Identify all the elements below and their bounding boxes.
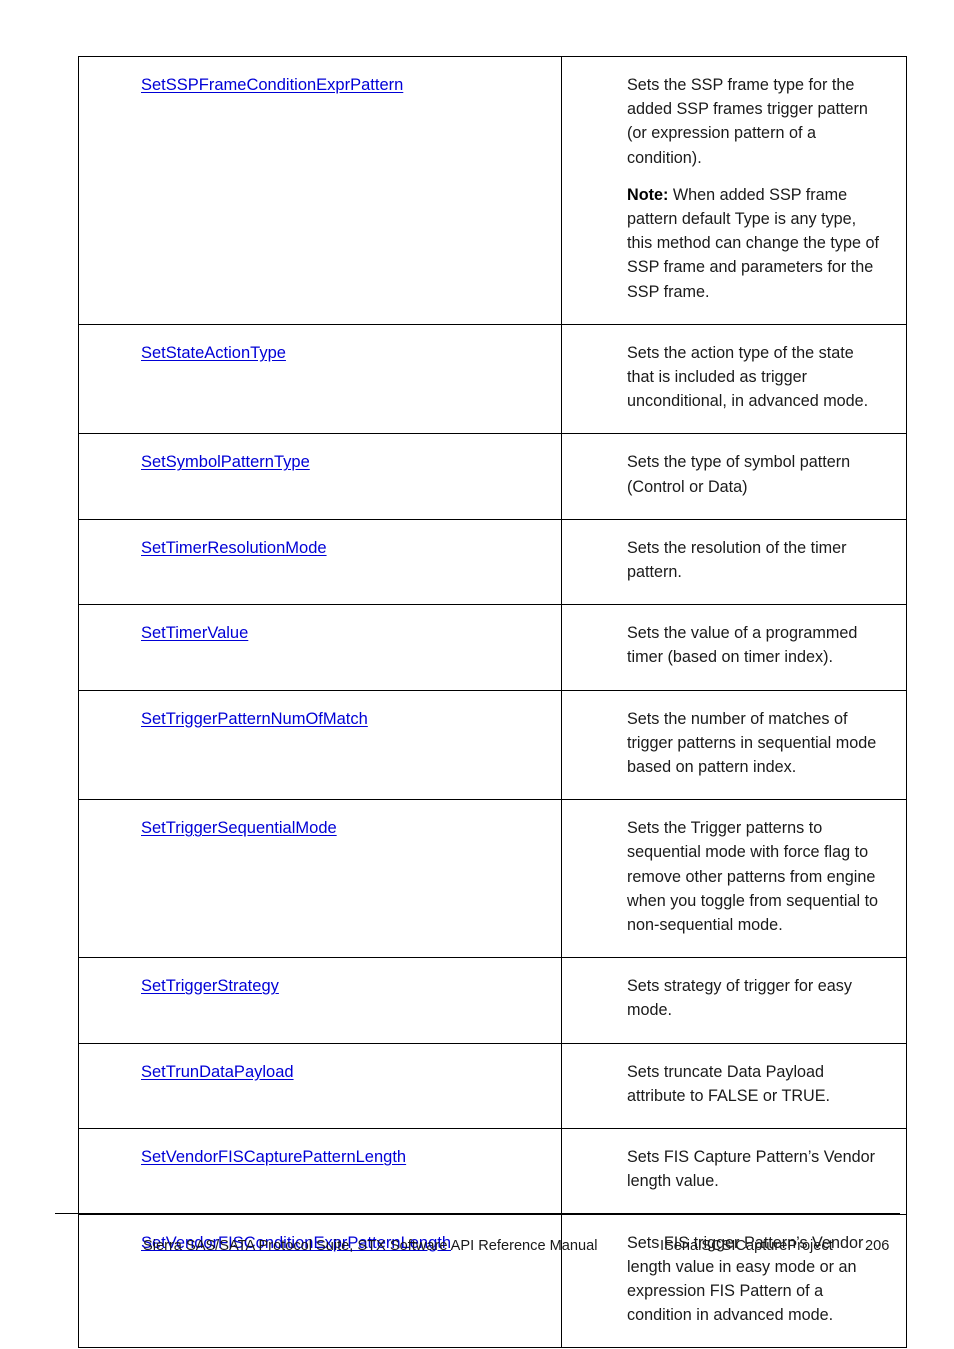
description-cell-inner: Sets truncate Data Payload attribute to … bbox=[562, 1044, 906, 1128]
api-method-table: SetSSPFrameConditionExprPattern Sets the … bbox=[78, 56, 907, 1349]
table-row: SetTriggerPatternNumOfMatch Sets the numb… bbox=[78, 689, 907, 801]
method-cell: SetTrunDataPayload bbox=[78, 1042, 562, 1130]
table-row: SetTriggerStrategy Sets strategy of trigg… bbox=[78, 957, 907, 1044]
method-cell-inner: SetTriggerPatternNumOfMatch bbox=[79, 691, 561, 751]
footer-manual-title: Sierra SAS/SATA Protocol Suite, STX Soft… bbox=[143, 1238, 598, 1254]
description-cell-inner: Sets the number of matches of trigger pa… bbox=[562, 691, 906, 800]
description-cell-inner: Sets the resolution of the timer pattern… bbox=[562, 520, 906, 604]
note-label: Note: bbox=[627, 185, 669, 204]
method-cell: SetStateActionType bbox=[78, 323, 562, 435]
table-row: SetSSPFrameConditionExprPattern Sets the … bbox=[78, 56, 907, 325]
method-link[interactable]: SetStateActionType bbox=[141, 344, 286, 362]
description-text: Sets FIS Capture Pattern’s Vendor length… bbox=[627, 1148, 876, 1191]
description-text: Sets the Trigger patterns to sequential … bbox=[627, 819, 879, 935]
method-cell: SetSymbolPatternType bbox=[78, 433, 562, 520]
description-text: Sets the SSP frame type for the added SS… bbox=[627, 76, 868, 167]
footer-section-name: ISerialSCSICaptureProject bbox=[660, 1238, 833, 1254]
method-link[interactable]: SetTriggerPatternNumOfMatch bbox=[141, 710, 368, 728]
description-text: Sets the type of symbol pattern (Control… bbox=[627, 453, 851, 496]
description-cell: Sets the number of matches of trigger pa… bbox=[561, 689, 907, 801]
description-text: Sets the number of matches of trigger pa… bbox=[627, 709, 877, 777]
table-row: SetVendorFISConditionExprPatternLength Se… bbox=[78, 1213, 907, 1349]
method-cell: SetVendorFISConditionExprPatternLength bbox=[78, 1213, 562, 1349]
description-cell-inner: Sets the action type of the state that i… bbox=[562, 325, 906, 434]
method-cell: SetTriggerSequentialMode bbox=[78, 799, 562, 959]
method-cell-inner: SetTimerResolutionMode bbox=[79, 520, 561, 580]
description-cell: Sets FIS trigger Pattern’s Vendor length… bbox=[561, 1213, 907, 1349]
description-paragraph: Sets FIS Capture Pattern’s Vendor length… bbox=[627, 1145, 884, 1193]
description-cell-inner: Sets the value of a programmed timer (ba… bbox=[562, 605, 906, 689]
table-row: SetSymbolPatternType Sets the type of sym… bbox=[78, 433, 907, 520]
method-link[interactable]: SetSSPFrameConditionExprPattern bbox=[141, 76, 403, 94]
description-paragraph: Sets the value of a programmed timer (ba… bbox=[627, 621, 884, 669]
description-cell: Sets truncate Data Payload attribute to … bbox=[561, 1042, 907, 1130]
method-link[interactable]: SetTriggerSequentialMode bbox=[141, 819, 337, 837]
description-text: Sets strategy of trigger for easy mode. bbox=[627, 977, 852, 1020]
description-cell: Sets the SSP frame type for the added SS… bbox=[561, 56, 907, 325]
footer-page-number: 206 bbox=[865, 1238, 890, 1254]
description-paragraph: Sets the resolution of the timer pattern… bbox=[627, 536, 884, 584]
description-cell: Sets FIS Capture Pattern’s Vendor length… bbox=[561, 1128, 907, 1215]
table-row: SetTriggerSequentialMode Sets the Trigger… bbox=[78, 799, 907, 959]
description-paragraph: Sets the Trigger patterns to sequential … bbox=[627, 816, 884, 937]
description-cell: Sets the Trigger patterns to sequential … bbox=[561, 799, 907, 959]
page-footer: Sierra SAS/SATA Protocol Suite, STX Soft… bbox=[55, 1236, 900, 1264]
description-text: Sets the resolution of the timer pattern… bbox=[627, 538, 847, 582]
api-method-table-body: SetSSPFrameConditionExprPattern Sets the … bbox=[78, 56, 907, 1349]
description-text: Sets the value of a programmed timer (ba… bbox=[627, 624, 858, 667]
description-paragraph: Note: When added SSP frame pattern defau… bbox=[627, 183, 884, 304]
method-cell: SetVendorFISCapturePatternLength bbox=[78, 1128, 562, 1215]
description-cell: Sets strategy of trigger for easy mode. bbox=[561, 957, 907, 1044]
description-cell-inner: Sets the type of symbol pattern (Control… bbox=[562, 434, 906, 518]
description-cell: Sets the action type of the state that i… bbox=[561, 323, 907, 435]
method-link[interactable]: SetTimerResolutionMode bbox=[141, 539, 327, 557]
description-cell: Sets the value of a programmed timer (ba… bbox=[561, 604, 907, 691]
description-cell-inner: Sets the Trigger patterns to sequential … bbox=[562, 800, 906, 957]
description-cell-inner: Sets FIS trigger Pattern’s Vendor length… bbox=[562, 1215, 906, 1348]
method-cell-inner: SetStateActionType bbox=[79, 325, 561, 385]
description-paragraph: Sets strategy of trigger for easy mode. bbox=[627, 974, 884, 1022]
description-cell-inner: Sets FIS Capture Pattern’s Vendor length… bbox=[562, 1129, 906, 1213]
description-text: Sets the action type of the state that i… bbox=[627, 343, 869, 411]
method-cell-inner: SetTriggerSequentialMode bbox=[79, 800, 561, 860]
description-text: Sets truncate Data Payload attribute to … bbox=[627, 1062, 831, 1105]
method-cell: SetTimerValue bbox=[78, 604, 562, 691]
description-paragraph: Sets truncate Data Payload attribute to … bbox=[627, 1060, 884, 1108]
description-cell-inner: Sets the SSP frame type for the added SS… bbox=[562, 57, 906, 324]
table-row: SetTrunDataPayload Sets truncate Data Pay… bbox=[78, 1042, 907, 1130]
method-cell-inner: SetVendorFISCapturePatternLength bbox=[79, 1129, 561, 1189]
footer-divider bbox=[55, 1213, 900, 1214]
method-cell-inner: SetSSPFrameConditionExprPattern bbox=[79, 57, 561, 117]
description-cell-inner: Sets strategy of trigger for easy mode. bbox=[562, 958, 906, 1042]
description-paragraph: Sets the number of matches of trigger pa… bbox=[627, 707, 884, 780]
table-row: SetTimerResolutionMode Sets the resolutio… bbox=[78, 518, 907, 606]
table-row: SetStateActionType Sets the action type o… bbox=[78, 323, 907, 435]
description-paragraph: Sets the action type of the state that i… bbox=[627, 341, 884, 414]
method-cell-inner: SetTriggerStrategy bbox=[79, 958, 561, 1018]
method-link[interactable]: SetTrunDataPayload bbox=[141, 1063, 294, 1081]
table-row: SetTimerValue Sets the value of a program… bbox=[78, 604, 907, 691]
method-cell-inner: SetTrunDataPayload bbox=[79, 1044, 561, 1104]
method-cell: SetSSPFrameConditionExprPattern bbox=[78, 56, 562, 325]
method-cell: SetTriggerPatternNumOfMatch bbox=[78, 689, 562, 801]
description-paragraph: Sets the type of symbol pattern (Control… bbox=[627, 450, 884, 498]
table-row: SetVendorFISCapturePatternLength Sets FIS… bbox=[78, 1128, 907, 1215]
method-link[interactable]: SetTimerValue bbox=[141, 624, 248, 642]
description-paragraph: Sets the SSP frame type for the added SS… bbox=[627, 73, 884, 170]
method-cell: SetTriggerStrategy bbox=[78, 957, 562, 1044]
method-link[interactable]: SetSymbolPatternType bbox=[141, 453, 310, 471]
method-link[interactable]: SetVendorFISCapturePatternLength bbox=[141, 1148, 406, 1166]
document-page: SetSSPFrameConditionExprPattern Sets the … bbox=[0, 0, 954, 1349]
method-cell: SetTimerResolutionMode bbox=[78, 518, 562, 606]
description-cell: Sets the type of symbol pattern (Control… bbox=[561, 433, 907, 520]
method-cell-inner: SetSymbolPatternType bbox=[79, 434, 561, 494]
method-link[interactable]: SetTriggerStrategy bbox=[141, 977, 279, 995]
description-cell: Sets the resolution of the timer pattern… bbox=[561, 518, 907, 606]
method-cell-inner: SetTimerValue bbox=[79, 605, 561, 665]
